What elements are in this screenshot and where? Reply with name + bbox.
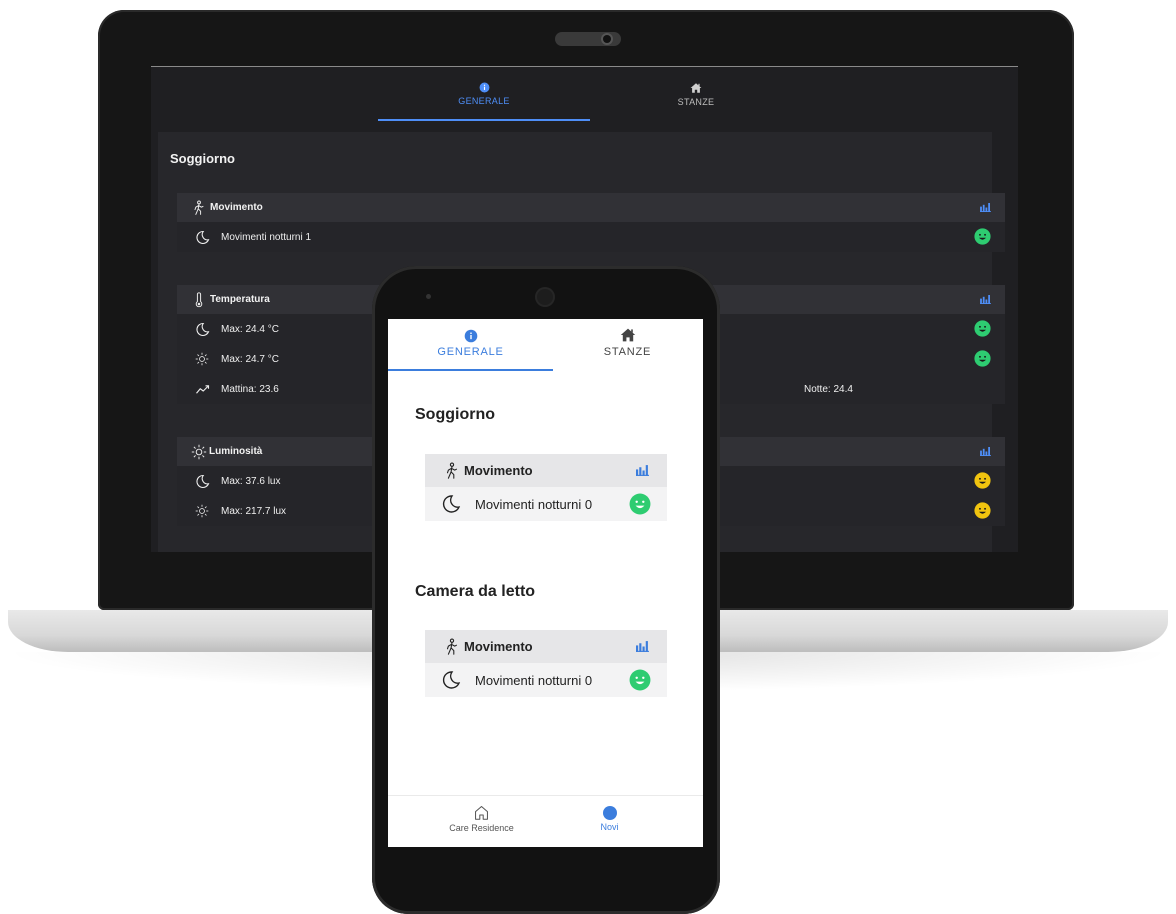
laptop-camera-lens <box>603 35 611 43</box>
moon-icon <box>441 670 461 690</box>
bar-chart-icon[interactable] <box>636 465 649 476</box>
list-item: Movimenti notturni 0 <box>425 487 667 521</box>
happy-face-icon <box>629 669 651 691</box>
moon-icon <box>195 230 210 245</box>
laptop-camera <box>555 32 621 46</box>
row-text: Movimenti notturni 0 <box>475 496 593 512</box>
row-text: Max: 24.4 °C <box>221 323 279 335</box>
laptop-tab-stanze[interactable]: STANZE <box>590 75 802 123</box>
row-extra-text: Notte: 24.4 <box>804 383 853 395</box>
home-icon <box>620 327 636 343</box>
happy-face-icon <box>974 228 991 245</box>
room-title: Camera da letto <box>415 583 536 600</box>
sun-icon <box>195 352 209 366</box>
row-text: Max: 217.7 lux <box>221 505 287 517</box>
card-movimento: Movimento Movimenti notturni 0 <box>425 630 667 697</box>
card-title: Movimento <box>464 639 533 654</box>
thermometer-icon <box>191 292 207 308</box>
walk-icon <box>443 638 461 656</box>
trend-icon <box>195 382 210 397</box>
bar-chart-icon[interactable] <box>980 447 991 456</box>
moon-icon <box>441 494 461 514</box>
happy-face-icon <box>629 493 651 515</box>
card-movimento: Movimento Movimenti notturni 0 <box>425 454 667 521</box>
card-title: Movimento <box>464 463 533 478</box>
row-text: Movimenti notturni 1 <box>221 231 312 243</box>
list-item: Movimenti notturni 0 <box>425 663 667 697</box>
home-icon <box>690 82 702 94</box>
happy-face-icon <box>974 472 991 489</box>
house-outline-icon <box>473 804 490 821</box>
phone-speaker <box>537 289 553 305</box>
happy-face-icon <box>974 502 991 519</box>
happy-face-icon <box>974 350 991 367</box>
tab-label: GENERALE <box>458 96 510 106</box>
sun-icon <box>195 504 209 518</box>
nav-novi[interactable]: Novi <box>531 796 688 841</box>
card-title: Temperatura <box>210 294 270 305</box>
walk-icon <box>191 200 207 216</box>
card-header: Movimento <box>425 454 667 487</box>
card-header: Movimento <box>177 193 1005 222</box>
tab-label: STANZE <box>603 346 652 358</box>
tab-label: GENERALE <box>437 346 504 358</box>
walk-icon <box>443 462 461 480</box>
bar-chart-icon[interactable] <box>980 203 991 212</box>
bar-chart-icon[interactable] <box>980 295 991 304</box>
info-icon <box>479 82 490 93</box>
bar-chart-icon[interactable] <box>636 641 649 652</box>
sun-icon <box>191 444 207 460</box>
nav-label: Care Residence <box>449 823 514 833</box>
laptop-tab-generale[interactable]: GENERALE <box>378 75 590 121</box>
nav-label: Novi <box>600 822 619 832</box>
row-text: Movimenti notturni 0 <box>475 672 593 688</box>
moon-icon <box>195 322 210 337</box>
row-text: Max: 24.7 °C <box>221 353 279 365</box>
room-title: Soggiorno <box>415 406 495 423</box>
happy-face-icon <box>974 320 991 337</box>
row-text: Max: 37.6 lux <box>221 475 281 487</box>
card-header: Movimento <box>425 630 667 663</box>
card-title: Luminosità <box>209 446 263 457</box>
phone-screen: GENERALE STANZE Soggiorno Movimento Movi… <box>388 319 703 847</box>
list-item: Movimenti notturni 1 <box>177 222 1005 252</box>
card-movimento: Movimento Movimenti notturni 1 <box>177 193 1005 252</box>
laptop-tab-bar: GENERALE STANZE <box>151 75 1018 123</box>
moon-icon <box>195 474 210 489</box>
dot-icon <box>602 806 617 820</box>
bottom-navigation: Care Residence Novi <box>388 795 703 841</box>
info-icon <box>464 329 478 343</box>
phone-sensor <box>426 294 431 299</box>
phone-tab-generale[interactable]: GENERALE <box>388 319 553 371</box>
room-title: Soggiorno <box>170 151 235 166</box>
phone-tab-stanze[interactable]: STANZE <box>545 319 703 371</box>
card-title: Movimento <box>210 202 263 213</box>
tab-label: STANZE <box>677 97 715 107</box>
row-text: Mattina: 23.6 <box>221 383 279 395</box>
